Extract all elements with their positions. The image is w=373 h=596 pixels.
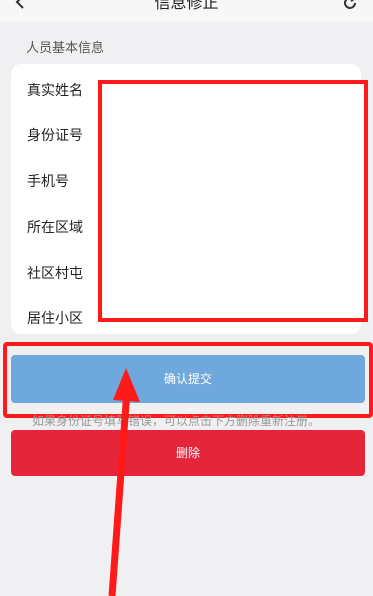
hint-text: 如果身份证号填写错误，可以点击下方删除重新注册。 (32, 414, 321, 428)
field-label-region: 所在区域 (27, 220, 83, 236)
field-label-id-number: 身份证号 (27, 128, 83, 144)
field-label-phone: 手机号 (27, 174, 69, 190)
field-label-residence: 居住小区 (27, 311, 83, 327)
redacted-values-box (98, 80, 368, 322)
field-label-community: 社区村屯 (27, 266, 83, 282)
app-header: 信息修正 (0, 0, 373, 22)
delete-button[interactable]: 删除 (11, 430, 365, 476)
refresh-icon[interactable] (341, 0, 359, 12)
section-title: 人员基本信息 (26, 41, 105, 56)
annotation-highlight-box (3, 342, 373, 418)
page-title: 信息修正 (154, 0, 219, 12)
field-label-name: 真实姓名 (27, 83, 83, 99)
